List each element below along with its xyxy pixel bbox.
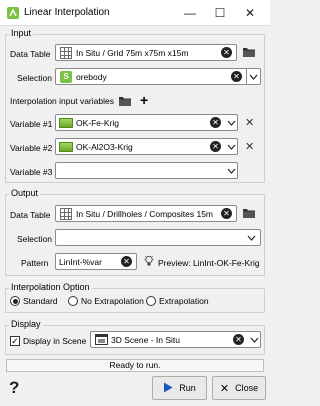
lightbulb-icon [144, 255, 154, 269]
scene-value: 3D Scene - In Situ [111, 334, 180, 345]
clear-icon[interactable]: ✕ [221, 208, 232, 219]
preview-text: Preview: LinInt-OK-Fe-Krig [158, 258, 260, 268]
variable-3-label: Variable #3 [10, 167, 53, 177]
run-button-label: Run [179, 383, 196, 393]
display-group-label: Display [9, 319, 43, 329]
clear-icon[interactable]: ✕ [233, 334, 244, 345]
help-icon[interactable]: ? [9, 378, 19, 398]
selection-icon: S [59, 70, 73, 84]
clear-icon[interactable]: ✕ [121, 256, 132, 267]
input-data-table-value: In Situ / Grid 75m x75m x15m [76, 47, 189, 58]
plus-icon[interactable]: + [140, 93, 148, 107]
variable-1-field[interactable]: OK-Fe-Krig ✕ [55, 114, 238, 131]
display-in-scene-checkbox[interactable]: ✓ Display in Scene [10, 336, 86, 346]
variable-icon [59, 140, 73, 154]
chevron-down-icon[interactable] [248, 337, 260, 343]
remove-icon[interactable]: ✕ [245, 140, 254, 153]
input-selection-field[interactable]: S orebody ✕ [55, 68, 261, 85]
variable-2-field[interactable]: OK-Al2O3-Krig ✕ [55, 138, 238, 155]
output-data-table-value: In Situ / Drillholes / Composites 15m [76, 208, 213, 219]
input-data-table-field[interactable]: In Situ / Grid 75m x75m x15m ✕ [55, 44, 237, 61]
close-button-label: Close [235, 383, 259, 393]
maximize-button[interactable]: ☐ [212, 5, 228, 21]
run-icon [163, 382, 173, 395]
output-selection-field[interactable] [55, 229, 261, 246]
display-in-scene-label: Display in Scene [23, 336, 87, 346]
variable-1-value: OK-Fe-Krig [76, 117, 119, 128]
radio-button[interactable] [146, 296, 156, 306]
close-x-icon: ✕ [219, 382, 230, 395]
variable-2-label: Variable #2 [10, 143, 53, 153]
radio-standard[interactable]: Standard [10, 296, 58, 306]
pattern-value: LinInt-%var [59, 256, 102, 267]
remove-icon[interactable]: ✕ [245, 116, 254, 129]
radio-extrapolation[interactable]: Extrapolation [146, 296, 209, 306]
status-bar: Ready to run. [6, 359, 264, 372]
chevron-down-icon[interactable] [225, 144, 237, 150]
variable-icon [59, 116, 73, 130]
close-button[interactable]: ✕ Close [212, 376, 266, 400]
radio-button[interactable] [68, 296, 78, 306]
input-data-table-label: Data Table [10, 49, 51, 59]
clear-icon[interactable]: ✕ [231, 71, 242, 82]
chevron-down-icon[interactable] [225, 168, 237, 174]
grid-table-icon [59, 46, 73, 60]
minimize-button[interactable]: — [182, 5, 198, 21]
input-selection-value: orebody [76, 71, 107, 82]
interp-vars-label: Interpolation input variables [10, 96, 114, 106]
input-group-label: Input [9, 28, 34, 38]
grid-table-icon [59, 207, 73, 221]
folder-icon[interactable] [242, 207, 256, 221]
radio-extrapolation-label: Extrapolation [159, 296, 209, 306]
scene-select[interactable]: 3D Scene - In Situ ✕ [90, 331, 261, 348]
window-close-button[interactable]: ✕ [242, 5, 258, 21]
output-selection-label: Selection [17, 234, 52, 244]
output-data-table-field[interactable]: In Situ / Drillholes / Composites 15m ✕ [55, 205, 237, 222]
radio-no-extrapolation-label: No Extrapolation [81, 296, 144, 306]
chevron-down-icon[interactable] [225, 120, 237, 126]
clear-icon[interactable]: ✕ [221, 47, 232, 58]
chevron-down-icon[interactable] [246, 69, 260, 84]
variable-3-field[interactable] [55, 162, 238, 179]
radio-button[interactable] [10, 296, 20, 306]
window-title: Linear Interpolation [24, 7, 110, 18]
pattern-label: Pattern [21, 258, 49, 268]
scene-icon [94, 333, 108, 347]
clear-icon[interactable]: ✕ [210, 141, 221, 152]
variable-1-label: Variable #1 [10, 119, 53, 129]
radio-no-extrapolation[interactable]: No Extrapolation [68, 296, 144, 306]
checkbox[interactable]: ✓ [10, 336, 20, 346]
chevron-down-icon[interactable] [245, 235, 257, 241]
output-data-table-label: Data Table [10, 210, 51, 220]
pattern-field[interactable]: LinInt-%var ✕ [55, 253, 137, 270]
variable-2-value: OK-Al2O3-Krig [76, 141, 133, 152]
input-selection-label: Selection [17, 73, 52, 83]
app-icon [6, 6, 20, 20]
folder-icon[interactable] [118, 95, 132, 109]
clear-icon[interactable]: ✕ [210, 117, 221, 128]
radio-standard-label: Standard [23, 296, 58, 306]
folder-icon[interactable] [242, 46, 256, 60]
interpolation-option-label: Interpolation Option [9, 282, 92, 292]
run-button[interactable]: Run [152, 376, 207, 400]
output-group-label: Output [9, 188, 41, 198]
